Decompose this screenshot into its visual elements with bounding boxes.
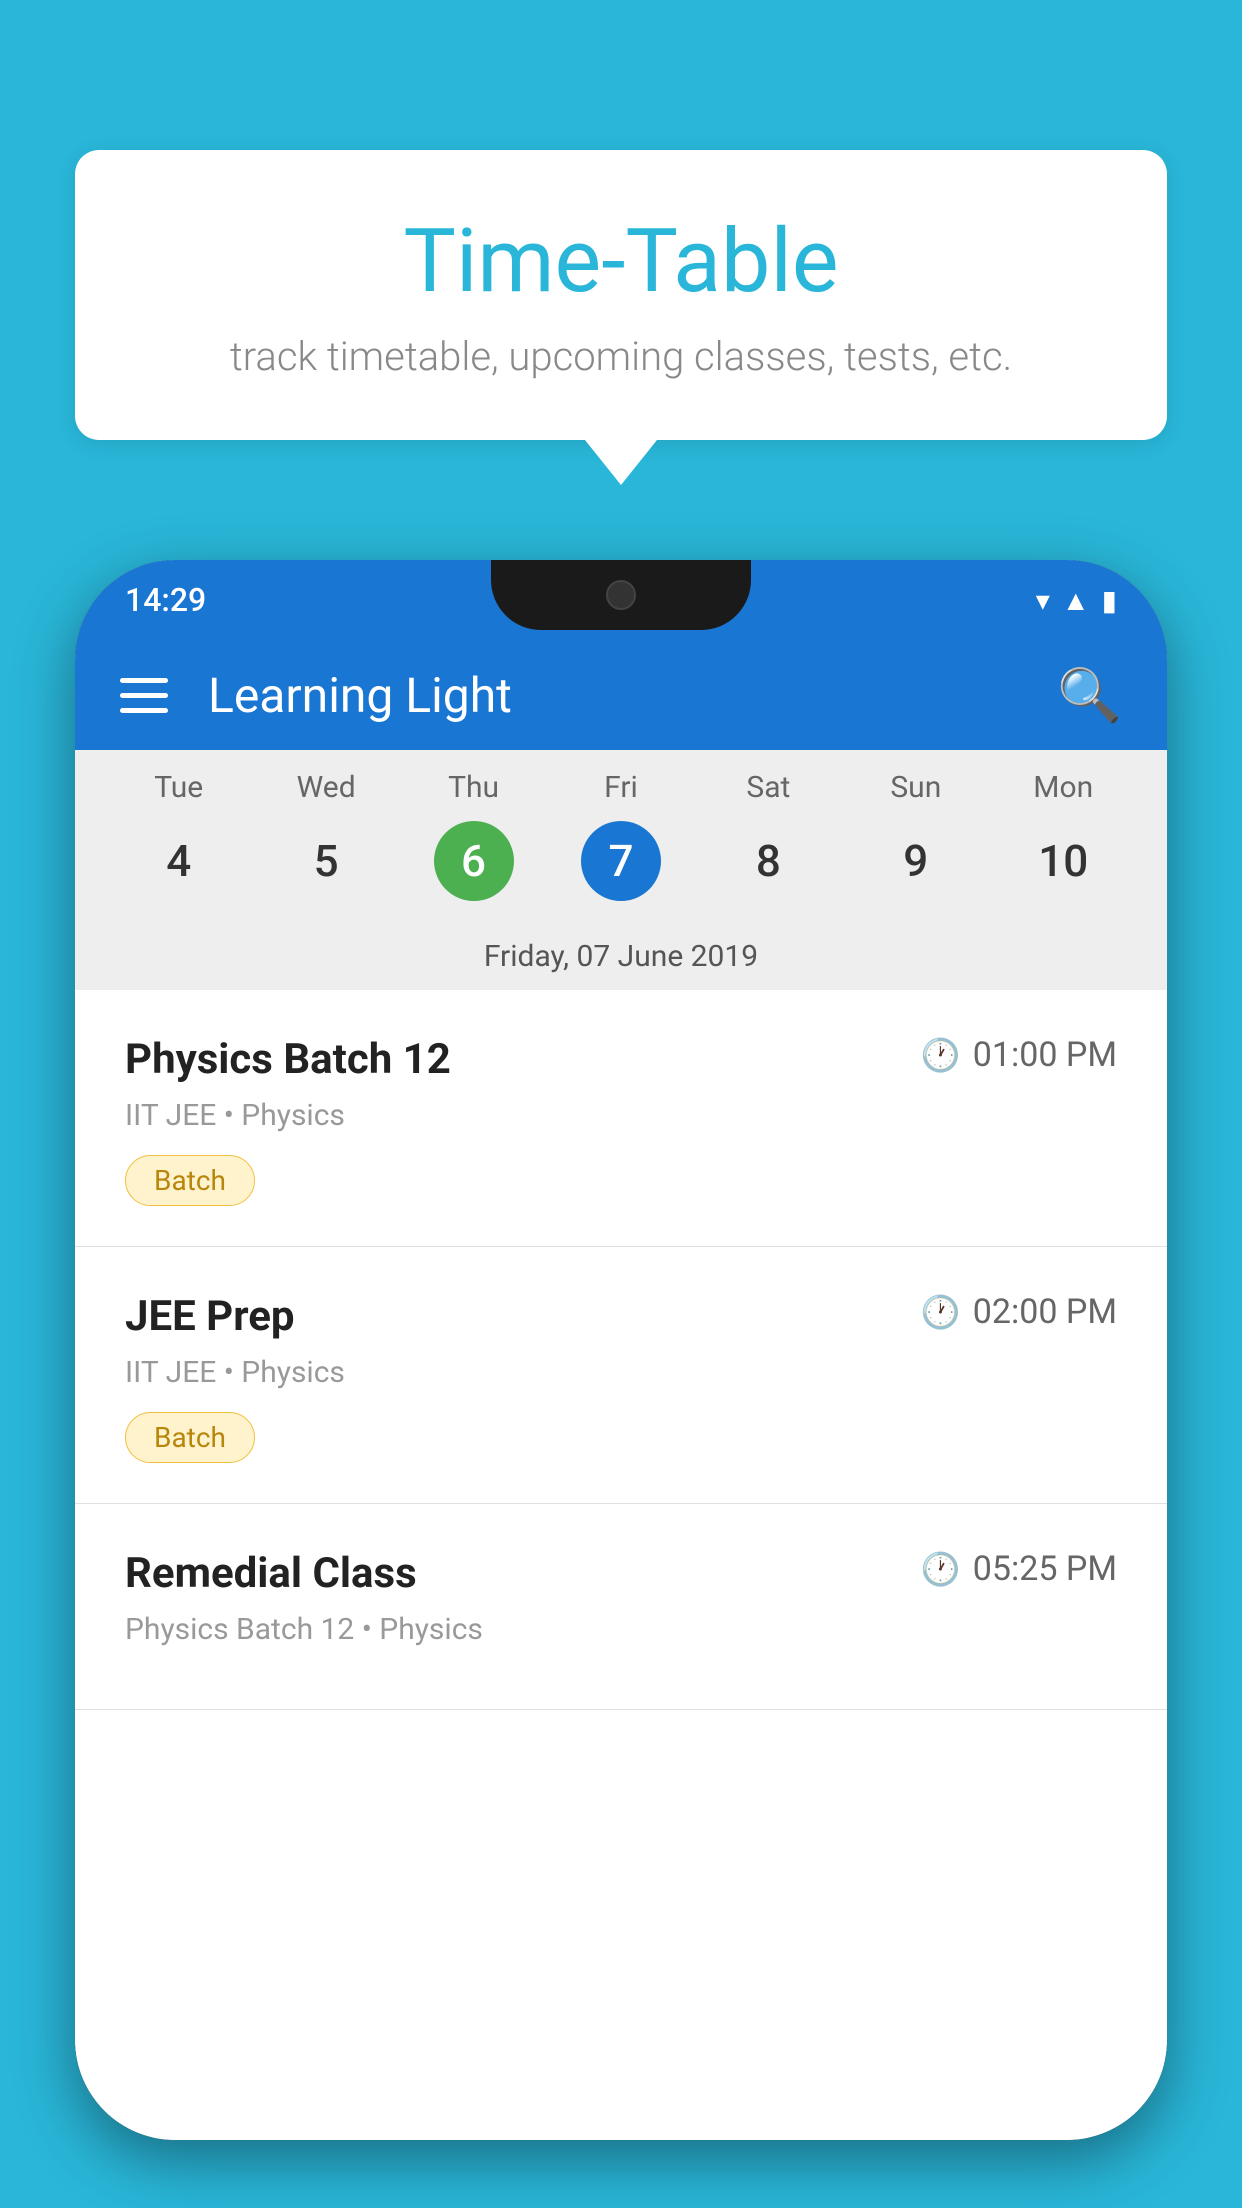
day-name: Sun <box>890 770 941 805</box>
hamburger-menu-icon[interactable] <box>120 678 168 713</box>
search-icon[interactable]: 🔍 <box>1057 665 1122 726</box>
clock-icon: 🕐 <box>921 1550 961 1588</box>
schedule-item[interactable]: Remedial Class 🕐05:25 PM Physics Batch 12 … <box>75 1504 1167 1710</box>
item-title: Remedial Class <box>125 1549 417 1598</box>
day-name: Tue <box>154 770 203 805</box>
batch-tag: Batch <box>125 1155 255 1206</box>
battery-icon: ▮ <box>1102 584 1117 617</box>
day-number[interactable]: 9 <box>876 821 956 901</box>
signal-icon: ▲ <box>1062 584 1090 617</box>
day-col-wed[interactable]: Wed 5 <box>252 770 399 901</box>
days-row: Tue 4 Wed 5 Thu 6 Fri 7 Sat 8 Sun 9 Mon 10 <box>75 750 1167 901</box>
speech-bubble-container: Time-Table track timetable, upcoming cla… <box>75 150 1167 440</box>
item-header: JEE Prep 🕐02:00 PM <box>125 1292 1117 1341</box>
phone-container: 14:29 ▾ ▲ ▮ Learning Light 🔍 <box>75 560 1167 2208</box>
item-time: 🕐01:00 PM <box>921 1035 1117 1075</box>
day-col-mon[interactable]: Mon 10 <box>990 770 1137 901</box>
item-title: JEE Prep <box>125 1292 295 1341</box>
phone-screen: 14:29 ▾ ▲ ▮ Learning Light 🔍 <box>75 560 1167 2140</box>
schedule-item[interactable]: JEE Prep 🕐02:00 PM IIT JEE • Physics Batch <box>75 1247 1167 1504</box>
item-time: 🕐02:00 PM <box>921 1292 1117 1332</box>
day-name: Thu <box>448 770 499 805</box>
phone-notch <box>491 560 751 630</box>
schedule-item[interactable]: Physics Batch 12 🕐01:00 PM IIT JEE • Physi… <box>75 990 1167 1247</box>
day-number[interactable]: 10 <box>1023 821 1103 901</box>
day-col-fri[interactable]: Fri 7 <box>547 770 694 901</box>
item-header: Physics Batch 12 🕐01:00 PM <box>125 1035 1117 1084</box>
item-header: Remedial Class 🕐05:25 PM <box>125 1549 1117 1598</box>
bubble-title: Time-Table <box>155 210 1087 313</box>
status-icons: ▾ ▲ ▮ <box>1036 584 1117 617</box>
calendar-strip[interactable]: Tue 4 Wed 5 Thu 6 Fri 7 Sat 8 Sun 9 Mon 10 Friday, 07… <box>75 750 1167 990</box>
phone-frame: 14:29 ▾ ▲ ▮ Learning Light 🔍 <box>75 560 1167 2140</box>
schedule-list: Physics Batch 12 🕐01:00 PM IIT JEE • Physi… <box>75 990 1167 2140</box>
day-number[interactable]: 5 <box>286 821 366 901</box>
selected-date: Friday, 07 June 2019 <box>75 939 1167 974</box>
clock-icon: 🕐 <box>921 1293 961 1331</box>
day-name: Mon <box>1033 770 1093 805</box>
camera <box>606 580 636 610</box>
day-number[interactable]: 7 <box>581 821 661 901</box>
item-category: IIT JEE • Physics <box>125 1098 1117 1133</box>
wifi-icon: ▾ <box>1036 584 1050 617</box>
clock-icon: 🕐 <box>921 1036 961 1074</box>
item-time: 🕐05:25 PM <box>921 1549 1117 1589</box>
batch-tag: Batch <box>125 1412 255 1463</box>
day-col-sat[interactable]: Sat 8 <box>695 770 842 901</box>
item-category: Physics Batch 12 • Physics <box>125 1612 1117 1647</box>
bubble-subtitle: track timetable, upcoming classes, tests… <box>155 333 1087 380</box>
item-title: Physics Batch 12 <box>125 1035 451 1084</box>
speech-bubble: Time-Table track timetable, upcoming cla… <box>75 150 1167 440</box>
day-col-thu[interactable]: Thu 6 <box>400 770 547 901</box>
app-title: Learning Light <box>208 667 1057 724</box>
day-number[interactable]: 6 <box>434 821 514 901</box>
day-name: Wed <box>297 770 356 805</box>
day-number[interactable]: 4 <box>139 821 219 901</box>
day-col-sun[interactable]: Sun 9 <box>842 770 989 901</box>
item-category: IIT JEE • Physics <box>125 1355 1117 1390</box>
app-bar: Learning Light 🔍 <box>75 640 1167 750</box>
day-col-tue[interactable]: Tue 4 <box>105 770 252 901</box>
day-number[interactable]: 8 <box>728 821 808 901</box>
day-name: Sat <box>746 770 790 805</box>
day-name: Fri <box>604 770 638 805</box>
